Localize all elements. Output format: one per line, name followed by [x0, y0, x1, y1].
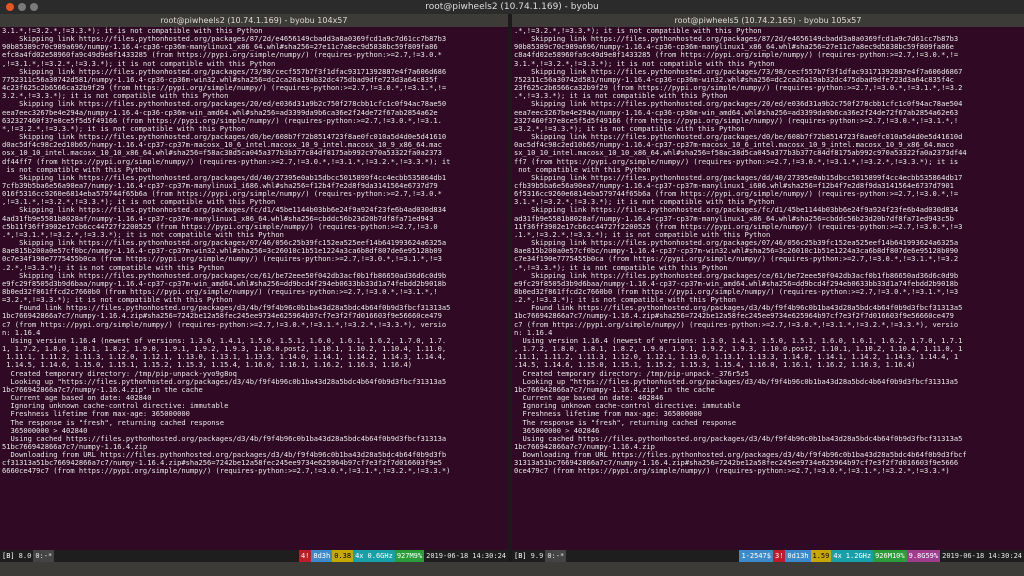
terminal-line: 6660ce479c7 (from https://pypi.org/simpl… [2, 466, 451, 476]
status-window[interactable]: 0:-* [545, 550, 567, 562]
status-date: 2019-06-18 [942, 552, 985, 560]
status-alert: 3! [772, 550, 786, 562]
terminal-line: c7 (from https://pypi.org/simple/numpy/)… [514, 319, 959, 329]
status-mem: 926M10% [873, 550, 907, 562]
terminal-line: c7 (from https://pypi.org/simple/numpy/)… [2, 319, 447, 329]
status-session: [B] [514, 552, 527, 560]
status-cpu: 4x [353, 550, 366, 562]
right-window-title: root@piwheels5 (10.74.2.165) - byobu 105… [512, 14, 1024, 27]
status-spacer [566, 550, 739, 562]
window-controls [6, 3, 38, 11]
left-window-title: root@piwheels2 (10.74.1.169) - byobu 104… [0, 14, 508, 27]
status-mem: 927M9% [394, 550, 425, 562]
desktop-bottom-strip [0, 562, 1024, 576]
status-spacer [54, 550, 299, 562]
status-uptime: 0d13h [785, 550, 811, 562]
status-load: 1.59 [810, 550, 832, 562]
status-freq: 0.6GHz [365, 550, 395, 562]
right-terminal-output[interactable]: .*,!=3.2.*,!=3.3.*); it is not compatibl… [514, 27, 1022, 550]
status-uptime: 8d3h [311, 550, 333, 562]
maximize-icon[interactable] [30, 3, 38, 11]
status-freq: 1.2GHz [843, 550, 874, 562]
status-time: 14:30:24 [472, 552, 506, 560]
status-session: [B] [0, 550, 17, 562]
status-time: 14:30:24 [988, 552, 1022, 560]
left-terminal-window[interactable]: root@piwheels2 (10.74.1.169) - byobu 104… [0, 14, 508, 562]
status-window[interactable]: 0:-* [33, 550, 55, 562]
right-status-bar: [B] 9.9 0:-* 1-2547$ 3! 0d13h 1.59 4x 1.… [512, 550, 1024, 562]
status-version: 9.9 [530, 552, 544, 560]
status-cpu: 4x [831, 550, 844, 562]
right-terminal-window[interactable]: root@piwheels5 (10.74.2.165) - byobu 105… [512, 14, 1024, 562]
status-disk: 9.8G59% [906, 550, 941, 562]
desktop-title-bar: root@piwheels2 (10.74.1.169) - byobu [0, 0, 1024, 14]
status-remote: 1-2547$ [739, 550, 773, 562]
status-date: 2019-06-18 [426, 552, 469, 560]
close-icon[interactable] [6, 3, 14, 11]
minimize-icon[interactable] [18, 3, 26, 11]
status-load: 0.38 [332, 550, 354, 562]
left-terminal-output[interactable]: 3.1.*,!=3.2.*,!=3.3.*); it is not compat… [2, 27, 506, 550]
desktop-title: root@piwheels2 (10.74.1.169) - byobu [425, 2, 599, 12]
terminal-line: 0ce479c7 (from https://pypi.org/simple/n… [514, 466, 950, 476]
status-version: 8.0 [18, 552, 32, 560]
left-status-bar: [B] 8.0 0:-* 4! 8d3h 0.38 4x 0.6GHz 927M… [0, 550, 508, 562]
status-alert: 4! [298, 550, 312, 562]
